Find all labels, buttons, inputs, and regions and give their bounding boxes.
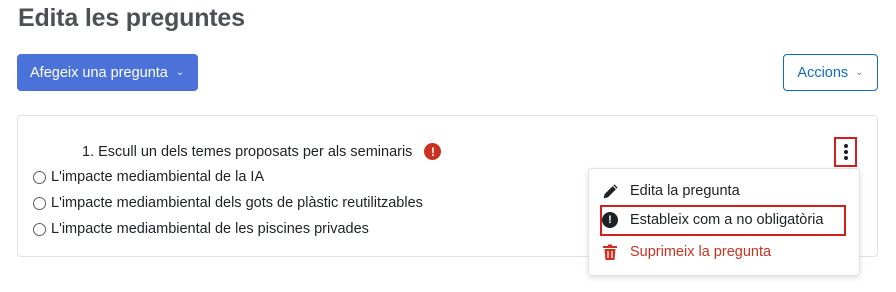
trash-icon: [601, 243, 619, 261]
option-label: L'impacte mediambiental de la IA: [51, 169, 265, 185]
radio-button[interactable]: [33, 196, 46, 210]
option-item[interactable]: L'impacte mediambiental de les piscines …: [33, 216, 423, 242]
actions-button[interactable]: Accions ⌄: [783, 54, 878, 91]
option-label: L'impacte mediambiental de les piscines …: [51, 221, 369, 237]
chevron-down-icon: ⌄: [175, 67, 185, 78]
required-icon: !: [424, 143, 442, 160]
actions-label: Accions: [797, 64, 849, 81]
pencil-icon: [601, 182, 619, 200]
radio-button[interactable]: [33, 222, 46, 236]
kebab-menu-icon: [843, 144, 848, 160]
menu-item-label: Edita la pregunta: [630, 183, 740, 199]
menu-item-delete[interactable]: Suprimeix la pregunta: [601, 239, 771, 265]
add-question-label: Afegeix una pregunta: [30, 64, 168, 81]
menu-item-label: Suprimeix la pregunta: [630, 244, 772, 260]
highlight-box: [600, 205, 846, 236]
option-label: L'impacte mediambiental dels gots de plà…: [51, 195, 423, 211]
option-item[interactable]: L'impacte mediambiental dels gots de plà…: [33, 190, 423, 216]
add-question-button[interactable]: Afegeix una pregunta ⌄: [17, 54, 198, 91]
question-menu-button[interactable]: [834, 137, 857, 167]
question-options: L'impacte mediambiental de la IA L'impac…: [33, 164, 423, 242]
radio-button[interactable]: [33, 170, 46, 184]
question-title-text: 1. Escull un dels temes proposats per al…: [82, 143, 413, 160]
question-title: 1. Escull un dels temes proposats per al…: [82, 143, 442, 160]
option-item[interactable]: L'impacte mediambiental de la IA: [33, 164, 423, 190]
menu-item-edit[interactable]: Edita la pregunta: [601, 178, 740, 204]
page-title: Edita les preguntes: [18, 4, 245, 32]
chevron-down-icon: ⌄: [855, 67, 864, 78]
